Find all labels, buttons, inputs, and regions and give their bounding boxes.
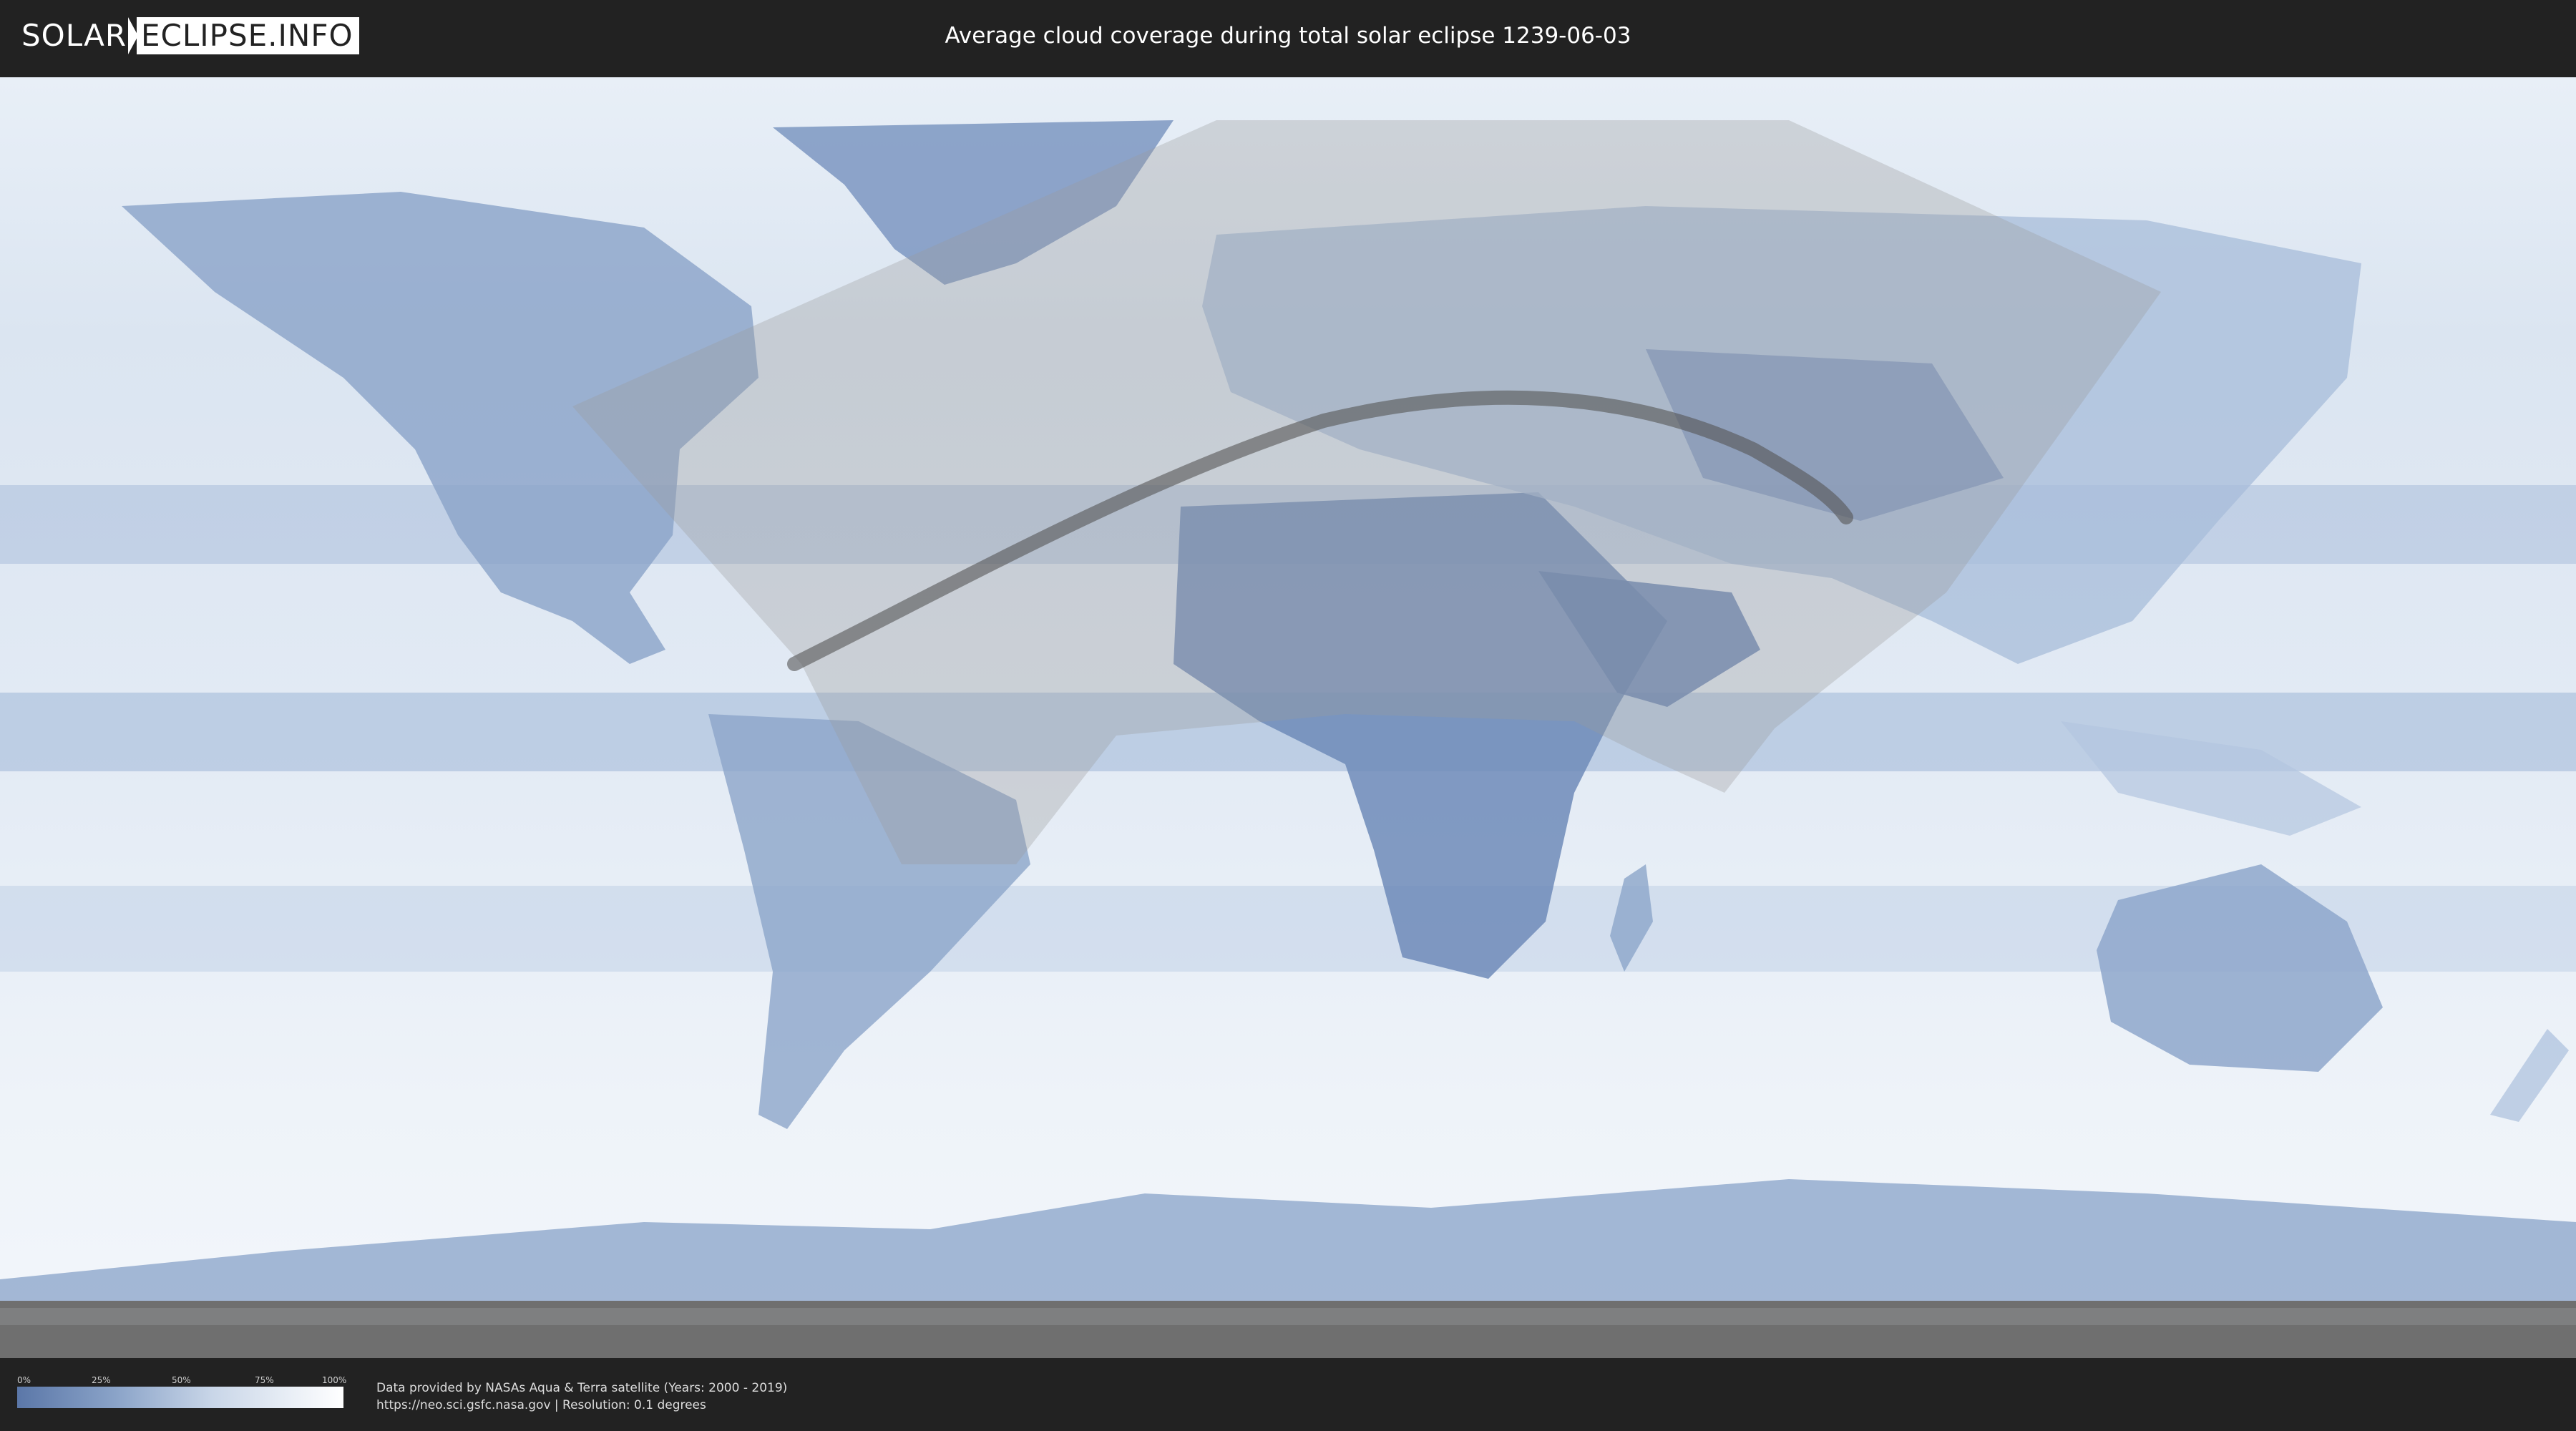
world-map-svg bbox=[0, 77, 2576, 1358]
legend-tick-100: 100% bbox=[322, 1375, 347, 1385]
legend-tick-25: 25% bbox=[92, 1375, 111, 1385]
cloud-coverage-legend: 0% 25% 50% 75% 100% bbox=[17, 1375, 347, 1408]
legend-tick-row: 0% 25% 50% 75% 100% bbox=[17, 1375, 347, 1387]
cloud-coverage-map[interactable] bbox=[0, 77, 2576, 1358]
legend-tick-75: 75% bbox=[255, 1375, 274, 1385]
data-credit: Data provided by NASAs Aqua & Terra sate… bbox=[376, 1379, 787, 1414]
polar-ground-highlight bbox=[0, 1308, 2576, 1325]
header-bar: SOLAR ECLIPSE.INFO Average cloud coverag… bbox=[0, 0, 2576, 72]
page-title: Average cloud coverage during total sola… bbox=[945, 23, 1631, 49]
credit-line-1: Data provided by NASAs Aqua & Terra sate… bbox=[376, 1381, 788, 1395]
footer-bar: 0% 25% 50% 75% 100% Data provided by NAS… bbox=[0, 1359, 2576, 1431]
legend-color-bar bbox=[17, 1387, 343, 1408]
credit-line-2[interactable]: https://neo.sci.gsfc.nasa.gov | Resoluti… bbox=[376, 1397, 787, 1414]
legend-tick-50: 50% bbox=[172, 1375, 191, 1385]
legend-tick-0: 0% bbox=[17, 1375, 31, 1385]
